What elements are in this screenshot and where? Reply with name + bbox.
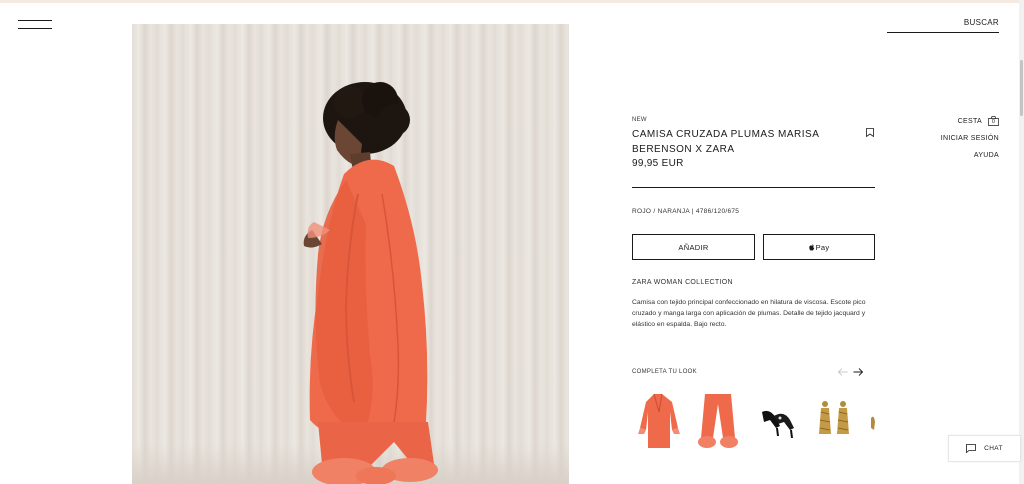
- model-figure-illustration: [303, 82, 438, 484]
- partial-item-thumbnail: [871, 416, 875, 430]
- cart-bag-icon: 0: [988, 116, 999, 126]
- cart-label: CESTA: [957, 117, 982, 125]
- login-link[interactable]: INICIAR SESIÓN: [941, 134, 999, 143]
- product-title: CAMISA CRUZADA PLUMAS MARISA BERENSON X …: [632, 129, 819, 155]
- feather-trousers-thumbnail: [698, 394, 738, 448]
- bookmark-icon[interactable]: [866, 128, 874, 137]
- price-divider: [632, 187, 875, 188]
- add-to-cart-button[interactable]: AÑADIR: [632, 234, 755, 260]
- look-item-feather-trousers[interactable]: [691, 388, 747, 456]
- chat-button[interactable]: CHAT: [948, 435, 1021, 462]
- account-nav: CESTA 0 INICIAR SESIÓN AYUDA: [941, 116, 999, 168]
- apple-pay-label: Pay: [815, 242, 830, 252]
- new-badge: NEW: [632, 117, 647, 123]
- carousel-next-arrow-icon[interactable]: [852, 366, 864, 378]
- product-image: [132, 24, 569, 484]
- look-item-black-heels[interactable]: [750, 388, 806, 456]
- apple-pay-button[interactable]: Pay: [763, 234, 875, 260]
- cart-link[interactable]: CESTA 0: [941, 116, 999, 126]
- complete-look-carousel: [632, 388, 875, 456]
- product-description: Camisa con tejido principal confeccionad…: [632, 299, 866, 328]
- search-field[interactable]: BUSCAR: [887, 14, 999, 33]
- cart-count: 0: [991, 118, 996, 125]
- color-reference: ROJO / NARANJA | 4786/120/675: [632, 208, 740, 215]
- chat-label: CHAT: [984, 445, 1003, 452]
- apple-logo-icon: [808, 243, 814, 251]
- chat-bubble-icon: [966, 444, 976, 453]
- menu-icon-line-top: [18, 20, 52, 21]
- search-label: BUSCAR: [963, 18, 999, 27]
- kimono-shirt-thumbnail: [638, 393, 680, 448]
- page-scrollbar[interactable]: [1019, 0, 1024, 484]
- product-price: 99,95 EUR: [632, 158, 684, 169]
- help-link[interactable]: AYUDA: [941, 151, 999, 160]
- look-item-partial[interactable]: [868, 388, 875, 456]
- look-item-gold-earrings[interactable]: [809, 388, 865, 456]
- add-to-cart-label: AÑADIR: [678, 242, 709, 252]
- scrollbar-thumb[interactable]: [1020, 60, 1023, 116]
- gold-earrings-thumbnail: [819, 401, 849, 434]
- collection-name: ZARA WOMAN COLLECTION: [632, 279, 733, 286]
- carousel-prev-arrow-icon[interactable]: [837, 366, 849, 378]
- menu-icon-line-bottom: [18, 28, 52, 29]
- complete-look-label: COMPLETA TU LOOK: [632, 369, 697, 375]
- menu-button[interactable]: [18, 19, 52, 31]
- look-item-kimono-shirt[interactable]: [632, 388, 688, 456]
- top-strip: [0, 0, 1024, 3]
- product-info: NEW CAMISA CRUZADA PLUMAS MARISA BERENSO…: [632, 117, 875, 169]
- black-heels-thumbnail: [762, 410, 794, 438]
